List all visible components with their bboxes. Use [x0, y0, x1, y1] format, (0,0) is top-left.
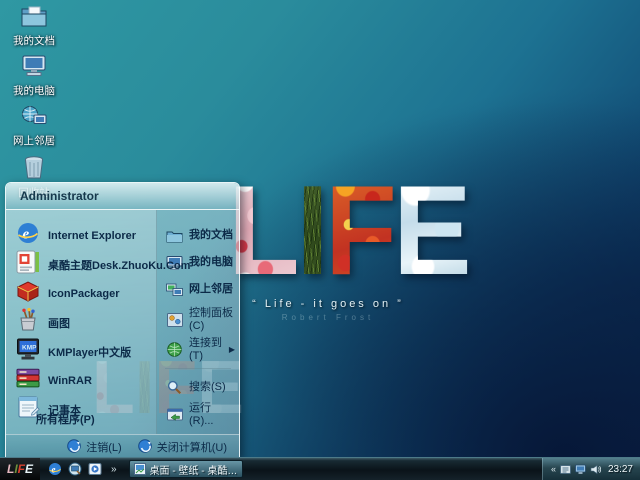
- desktop-icon-list: 我的文档 我的电脑 网上邻居 回收站: [6, 5, 62, 200]
- start-menu-item-control-panel[interactable]: 控制面板(C): [157, 303, 239, 336]
- start-menu-body: e Internet Explorer 桌酷主题Desk.ZhuoKu.Com …: [6, 210, 239, 434]
- desktop: 我的文档 我的电脑 网上邻居 回收站 L I F E “ Life - it g…: [0, 0, 640, 480]
- kmplayer-icon: KMP: [16, 337, 40, 366]
- start-menu-item-zhuoku-theme[interactable]: 桌酷主题Desk.ZhuoKu.Com: [6, 250, 156, 279]
- network-places-small-icon: [166, 283, 183, 297]
- paint-icon: [16, 308, 40, 337]
- desktop-icon-label: 我的文档: [13, 33, 55, 48]
- search-icon: [166, 380, 183, 395]
- my-documents-icon: [21, 5, 47, 32]
- start-menu-item-network-places[interactable]: 网上邻居: [157, 276, 239, 303]
- input-method-tray-icon[interactable]: [560, 464, 571, 475]
- desktop-icon-label: 网上邻居: [13, 133, 55, 148]
- start-menu-header: Administrator: [6, 183, 239, 210]
- quick-launch-overflow-chevron[interactable]: »: [108, 464, 120, 475]
- network-places-icon: [21, 105, 47, 132]
- run-icon: [166, 408, 183, 421]
- start-menu-pinned-list: e Internet Explorer 桌酷主题Desk.ZhuoKu.Com …: [6, 210, 157, 434]
- submenu-arrow-icon: ▶: [229, 345, 235, 354]
- start-menu-item-my-documents[interactable]: 我的文档: [157, 222, 239, 249]
- winrar-icon: [16, 366, 40, 395]
- turn-off-icon: [138, 439, 152, 456]
- svg-text:KMP: KMP: [22, 345, 37, 352]
- wallpaper-life-art: L I F E “ Life - it goes on ” Robert Fro…: [228, 172, 428, 322]
- wallpaper-life-letters: L I F E: [228, 172, 428, 290]
- all-programs-button[interactable]: 所有程序(P): [36, 411, 95, 427]
- desktop-icon-my-documents[interactable]: 我的文档: [6, 5, 62, 48]
- start-menu-item-paint[interactable]: 画图: [6, 308, 156, 337]
- desktop-icon-my-computer[interactable]: 我的电脑: [6, 55, 62, 98]
- internet-explorer-icon: e: [16, 221, 40, 250]
- menu-separator: [165, 368, 231, 369]
- life-letter-i: I: [296, 167, 325, 294]
- tray-collapse-chevron[interactable]: «: [551, 464, 556, 474]
- life-letter-f: F: [325, 167, 393, 294]
- quick-launch-bar: e »: [40, 458, 125, 480]
- iconpackager-icon: [16, 279, 40, 308]
- system-tray: « 23:27: [542, 458, 640, 480]
- life-letter-e: E: [393, 167, 468, 294]
- start-menu-item-iconpackager[interactable]: IconPackager: [6, 279, 156, 308]
- start-menu-footer: 注销(L) 关闭计算机(U): [6, 434, 239, 459]
- my-computer-icon: [21, 55, 47, 82]
- log-off-button[interactable]: 注销(L): [67, 439, 121, 456]
- task-window-icon: [134, 463, 146, 475]
- desktop-icon-label: 我的电脑: [13, 83, 55, 98]
- task-button-wallpaper-window[interactable]: 桌面 - 壁纸 - 桌酷壁...: [129, 460, 243, 478]
- user-name: Administrator: [20, 189, 99, 203]
- start-menu-places-list: 我的文档 我的电脑 网上邻居 控制面板(C) 连接到(T) ▶: [157, 210, 239, 434]
- media-player-icon[interactable]: [88, 462, 102, 476]
- control-panel-icon: [166, 313, 183, 327]
- start-menu-item-search[interactable]: 搜索(S): [157, 374, 239, 401]
- turn-off-computer-button[interactable]: 关闭计算机(U): [138, 439, 227, 456]
- log-off-icon: [67, 439, 81, 456]
- start-menu-item-internet-explorer[interactable]: e Internet Explorer: [6, 221, 156, 250]
- display-tray-icon[interactable]: [575, 464, 586, 475]
- volume-tray-icon[interactable]: [590, 464, 601, 475]
- connect-to-icon: [166, 342, 183, 357]
- taskbar: LIFE e » 桌面 - 壁纸 - 桌酷壁... « 23:27: [0, 457, 640, 480]
- wallpaper-quote-author: Robert Frost: [228, 313, 428, 322]
- start-menu-item-connect-to[interactable]: 连接到(T) ▶: [157, 336, 239, 363]
- start-button[interactable]: LIFE: [0, 458, 40, 480]
- ie-quick-launch-icon[interactable]: e: [48, 462, 62, 476]
- my-documents-small-icon: [166, 229, 183, 243]
- start-menu-item-kmplayer[interactable]: KMP KMPlayer中文版: [6, 337, 156, 366]
- desktop-icon-network-places[interactable]: 网上邻居: [6, 105, 62, 148]
- show-desktop-icon[interactable]: [68, 462, 82, 476]
- zhuoku-theme-icon: [16, 250, 40, 279]
- svg-text:e: e: [23, 227, 30, 243]
- recycle-bin-icon: [22, 155, 46, 184]
- taskbar-clock[interactable]: 23:27: [608, 464, 633, 475]
- start-menu: Administrator e Internet Explorer 桌酷主题De…: [5, 182, 240, 459]
- start-menu-item-winrar[interactable]: WinRAR: [6, 366, 156, 395]
- start-menu-item-run[interactable]: 运行(R)...: [157, 401, 239, 428]
- svg-text:e: e: [52, 465, 56, 475]
